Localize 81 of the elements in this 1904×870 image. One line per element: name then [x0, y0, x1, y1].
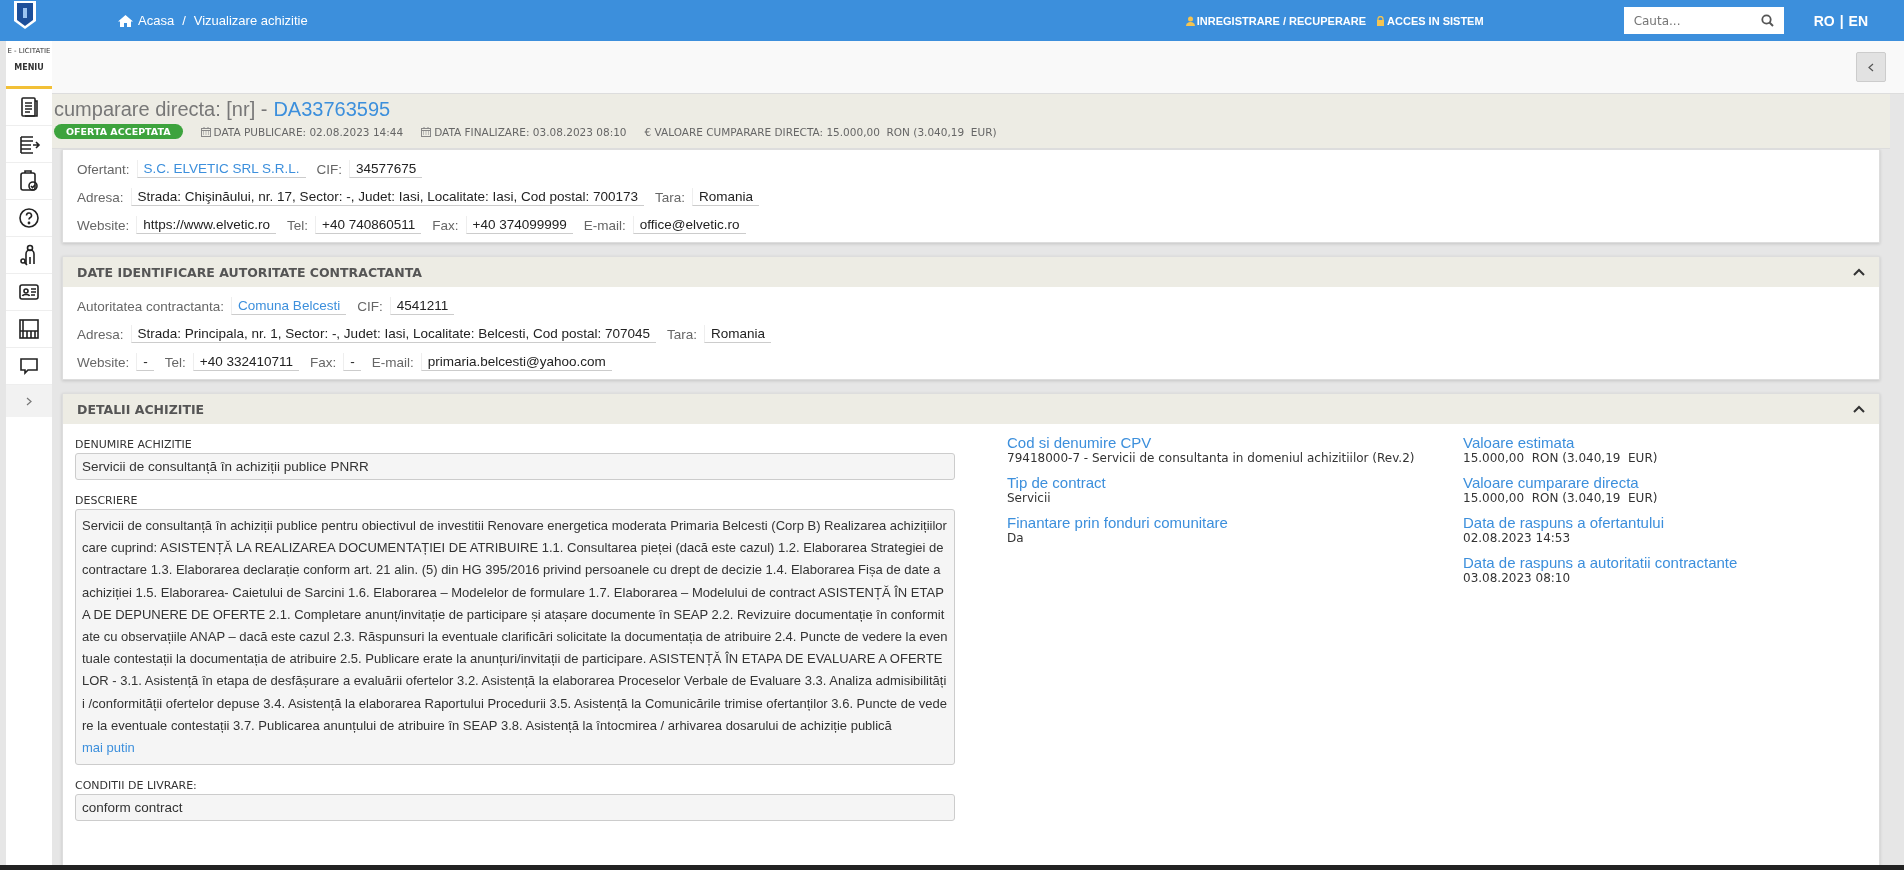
field-label: DESCRIERE — [75, 494, 139, 507]
language-link[interactable]: EN — [1848, 12, 1868, 29]
nav-link[interactable]: ACCES IN SISTEM — [1376, 14, 1484, 27]
field-value: 34577675 — [349, 160, 423, 178]
user-icon — [1185, 15, 1195, 26]
field-value: - — [136, 353, 154, 371]
field-label: Fax: — [432, 217, 459, 233]
field-value: - — [343, 353, 361, 371]
less-link[interactable]: mai putin — [82, 740, 135, 756]
chevron-left-icon — [1868, 62, 1874, 72]
info-label: Valoare estimata — [1463, 434, 1576, 451]
language-link[interactable]: RO — [1813, 12, 1835, 29]
section-title: DETALII ACHIZITIE — [77, 401, 205, 417]
info-label: Cod si denumire CPV — [1007, 434, 1153, 451]
nav-link[interactable]: INREGISTRARE / RECUPERARE — [1185, 14, 1367, 27]
info-value: 15.000,00 RON (3.040,19 EUR) — [1463, 451, 1659, 465]
field-value: Strada: Chişinăului, nr. 17, Sector: -, Judet: Iasi, Localitate: Iasi, Cod postal: 700173 — [130, 188, 645, 206]
field-label: CIF: — [357, 298, 383, 314]
field-label: E-mail: — [371, 354, 414, 370]
field-value: https://www.elvetic.ro — [136, 216, 277, 234]
field-label: Autoritatea contractanta: — [77, 298, 225, 314]
meta-text: € VALOARE CUMPARARE DIRECTA: 15.000,00 RON (3.040,19 EUR) — [644, 125, 997, 138]
info-label: Tip de contract — [1007, 474, 1107, 491]
calendar-icon — [421, 126, 432, 137]
field-label: CIF: — [316, 161, 343, 177]
meta-text: DATA PUBLICARE: 02.08.2023 14:44 — [213, 125, 404, 138]
value-link[interactable]: S.C. ELVETIC SRL S.R.L. — [136, 160, 306, 178]
info-value: Servicii — [1007, 491, 1052, 505]
field-label: Tel: — [287, 217, 309, 233]
field-label: Tel: — [164, 354, 186, 370]
field-label: Adresa: — [77, 189, 124, 205]
info-label: Valoare cumparare directa — [1463, 474, 1639, 491]
home-icon — [118, 14, 133, 27]
info-value: Da — [1007, 531, 1025, 545]
field-label: Tara: — [655, 189, 686, 205]
info-value: 15.000,00 RON (3.040,19 EUR) — [1463, 491, 1659, 505]
page-title: cumparare directa: [nr] - — [54, 98, 268, 121]
meta-text: DATA FINALIZARE: 03.08.2023 08:10 — [434, 125, 627, 138]
field-value: office@elvetic.ro — [632, 216, 746, 234]
field-label: CONDITII DE LIVRARE: — [75, 779, 198, 793]
field-label: E-mail: — [583, 217, 626, 233]
description-text: Servicii de consultanță în achiziții publice pentru obiectivul de investitii Renovare energetica moderata Primaria Belcesti (Corp B) Realizarea achizițiilor care cuprind: ASISTENȚĂ LA REALIZAREA DOCUMENTAȚIEI DE ATRIBUIRE 1.1. Consultarea pieței (dacă este cazul) 1.2. Elaborarea Strategiei de contractare 1.3. Elaborarea declarație conform art. 21 alin. (5) din HG 395/2016 privind persoanele cu drept de decizie 1.4. Elaborarea Fișa de date a achiziției 1.5. Elaborarea- Caietului de Sarcini 1.6. Elaborarea – Modelelor de formulare 1.7. Elaborarea – Modelului de contract ASISTENȚĂ ÎN ETAPA DE DEPUNERE DE OFERTE 2.1. Completare anunț/invitație de participare și atașare documente în SEAP 2.2. Revizuire documentație în conformitate cu observațiile ANAP – dacă este cazul 2.3. Răspunsuri la eventuale clarificări solicitate la documentația de atribuire 2.4. Puncte de vedere la eventuale contestații la documentația de atribuire 2.5. Publicare erate la anunțuri/invitații de participare. ASISTENȚĂ ÎN ETAPA DE EVALUARE A OFERTELOR - 3.1. Asistență în etapa de desfășurare a evaluării ofertelor 3.2. Asistență la elaborarea Proceselor Verbale de Evaluare 3.3. Analiza admisibilității /conformității ofertelor depuse 3.4. Asistență la elaborarea Raportului Procedurii 3.5. Asistență la Comunicările trimise ofertanților 3.6. Puncte de vedere la eventuale contestații 3.7. Publicarea anunțului de atribuire în SEAP 3.8. Asistență la întocmirea / arhivarea dosarului de achiziție publică mai putin — [75, 509, 955, 766]
info-label: Finantare prin fonduri comunitare — [1007, 514, 1229, 531]
calendar-icon — [200, 126, 211, 137]
info-value: 79418000-7 - Servicii de consultanta in domeniul achizitiilor (Rev.2) — [1007, 451, 1416, 465]
logo-icon[interactable] — [13, 0, 37, 30]
field-label: Website: — [77, 354, 130, 370]
field-value: +40 374099999 — [465, 216, 573, 234]
field-label: Fax: — [310, 354, 337, 370]
field-value: Romania — [692, 188, 760, 206]
code-link[interactable]: DA33763595 — [273, 98, 391, 121]
breadcrumb-link[interactable]: Acasa — [118, 13, 175, 28]
field-value: +40 332410711 — [192, 353, 300, 371]
lock-icon — [1376, 15, 1386, 26]
field-label: Adresa: — [77, 326, 124, 342]
field-label: Tara: — [667, 326, 698, 342]
language-separator: | — [1839, 12, 1844, 29]
chevron-icon[interactable] — [1853, 405, 1865, 413]
field-label: Ofertant: — [77, 161, 130, 177]
chevron-right-icon[interactable] — [26, 396, 32, 406]
value-link[interactable]: Comuna Belcesti — [231, 297, 347, 315]
name-field: Servicii de consultanță în achiziții publice PNRR — [75, 453, 955, 480]
delivery-field: conform contract — [75, 794, 955, 822]
field-label: Website: — [77, 217, 130, 233]
breadcrumb-separator: / — [182, 13, 186, 28]
field-value: +40 740860511 — [315, 216, 422, 234]
field-value: 4541211 — [389, 297, 455, 315]
status-badge: OFERTA ACCEPTATA — [54, 124, 183, 139]
info-value: 03.08.2023 08:10 — [1463, 571, 1572, 585]
search-field[interactable]: Cauta... — [1623, 7, 1784, 34]
search-icon[interactable] — [1760, 14, 1774, 27]
breadcrumb-link[interactable]: Vizualizare achizitie — [193, 13, 308, 28]
info-label: Data de raspuns a ofertantului — [1463, 514, 1665, 531]
field-value: Strada: Principala, nr. 1, Sector: -, Judet: Iasi, Localitate: Belcesti, Cod postal: 707045 — [130, 325, 657, 343]
field-label: DENUMIRE ACHIZITIE — [75, 438, 193, 451]
section-title: DATE IDENTIFICARE AUTORITATE CONTRACTANTA — [77, 264, 422, 280]
chevron-icon[interactable] — [1853, 268, 1865, 276]
field-value: primaria.belcesti@yahoo.com — [420, 353, 612, 371]
field-value: Romania — [704, 325, 772, 343]
info-label: Data de raspuns a autoritatii contractante — [1463, 554, 1739, 571]
info-value: 02.08.2023 14:53 — [1463, 531, 1572, 545]
